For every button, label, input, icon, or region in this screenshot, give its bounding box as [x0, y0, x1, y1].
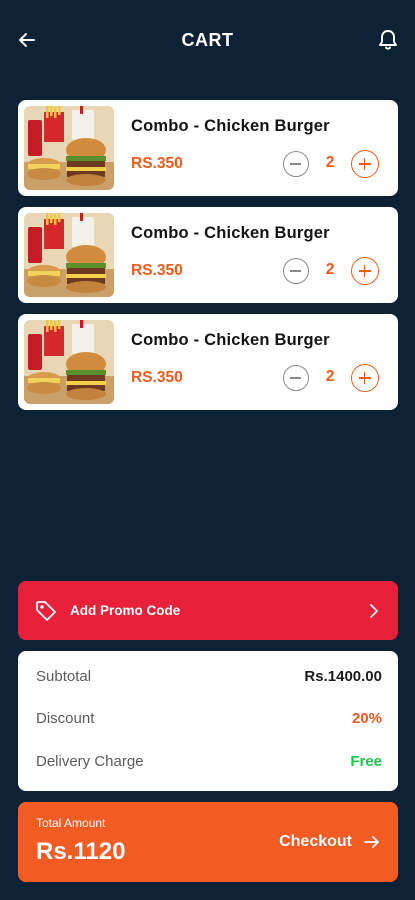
item-name: Combo - Chicken Burger [131, 224, 330, 242]
product-image [24, 106, 114, 190]
subtotal-label: Subtotal [36, 668, 92, 685]
delivery-row: Delivery Charge Free [36, 753, 382, 773]
item-price: RS.350 [131, 262, 183, 279]
delivery-label: Delivery Charge [36, 753, 144, 770]
discount-value: 20% [351, 710, 382, 727]
discount-label: Discount [36, 710, 95, 727]
decrease-quantity-button[interactable] [283, 151, 309, 177]
order-summary: Subtotal Rs.1400.00 Discount 20% Deliver… [18, 651, 398, 791]
product-image [24, 213, 114, 297]
item-price: RS.350 [131, 155, 183, 172]
cart-item: Combo - Chicken Burger RS.350 2 [18, 207, 398, 303]
subtotal-row: Subtotal Rs.1400.00 [36, 668, 382, 688]
promo-label: Add Promo Code [70, 603, 181, 618]
tag-icon [36, 601, 56, 621]
increase-quantity-button[interactable] [351, 364, 379, 392]
total-amount-label: Total Amount [36, 816, 106, 830]
chevron-right-icon [370, 604, 378, 618]
product-image [24, 320, 114, 404]
cart-list: Combo - Chicken Burger RS.350 2 Combo - … [18, 100, 398, 421]
cart-item: Combo - Chicken Burger RS.350 2 [18, 314, 398, 410]
checkout-button[interactable]: Checkout [279, 828, 382, 856]
cart-item: Combo - Chicken Burger RS.350 2 [18, 100, 398, 196]
delivery-value: Free [350, 753, 382, 770]
checkout-bar: Total Amount Rs.1120 Checkout [18, 802, 398, 882]
item-price: RS.350 [131, 369, 183, 386]
subtotal-value: Rs.1400.00 [304, 668, 382, 685]
decrease-quantity-button[interactable] [283, 365, 309, 391]
total-amount-value: Rs.1120 [36, 838, 126, 865]
arrow-right-icon [364, 836, 379, 848]
app-header: CART [0, 0, 415, 82]
quantity-value: 2 [325, 261, 335, 278]
item-name: Combo - Chicken Burger [131, 331, 330, 349]
increase-quantity-button[interactable] [351, 257, 379, 285]
item-name: Combo - Chicken Burger [131, 117, 330, 135]
quantity-value: 2 [325, 154, 335, 171]
checkout-label: Checkout [279, 833, 352, 850]
decrease-quantity-button[interactable] [283, 258, 309, 284]
increase-quantity-button[interactable] [351, 150, 379, 178]
page-title: CART [181, 30, 234, 50]
bell-icon [379, 30, 397, 50]
add-promo-code-button[interactable]: Add Promo Code [18, 581, 398, 640]
notifications-button[interactable] [375, 27, 401, 53]
quantity-value: 2 [325, 368, 335, 385]
discount-row: Discount 20% [36, 710, 382, 730]
